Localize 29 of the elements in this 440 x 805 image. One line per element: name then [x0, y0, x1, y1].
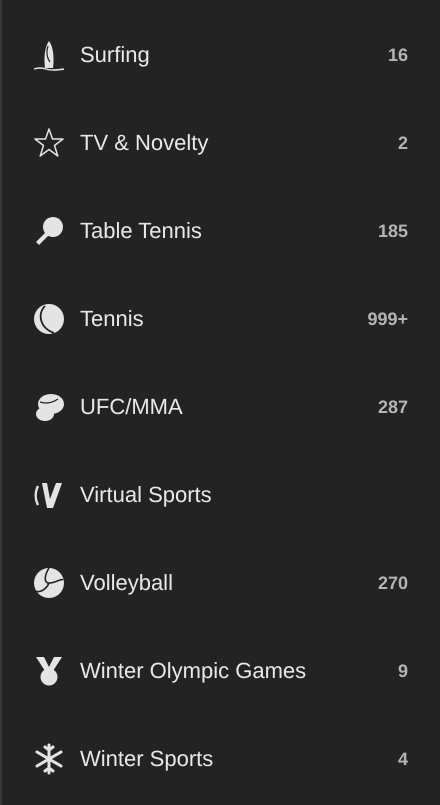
volleyball-icon [32, 566, 66, 600]
sport-item[interactable]: Tennis 999+ [2, 275, 440, 363]
sport-label: Surfing [80, 42, 151, 68]
event-count: 16 [388, 44, 408, 66]
sport-item[interactable]: Surfing 16 [2, 11, 440, 99]
sport-label: Winter Olympic Games [80, 658, 308, 684]
sport-label: Tennis [80, 306, 145, 332]
sport-item[interactable]: UFC/MMA 287 [2, 363, 440, 451]
sport-label: Virtual Sports [80, 482, 213, 508]
sport-label: TV & Novelty [80, 130, 210, 156]
event-count: 287 [378, 396, 408, 418]
sport-label: Volleyball [80, 570, 174, 596]
sport-item[interactable]: Winter Sports 4 [2, 715, 440, 803]
event-count: 9 [398, 660, 408, 682]
event-count: 270 [378, 572, 408, 594]
sport-label: Table Tennis [80, 218, 203, 244]
event-count: 4 [398, 748, 408, 770]
tennis-ball-icon [32, 302, 66, 336]
star-icon [32, 126, 66, 160]
sport-item[interactable]: Table Tennis 185 [2, 187, 440, 275]
sport-item[interactable]: Volleyball 270 [2, 539, 440, 627]
event-count: 999+ [367, 308, 408, 330]
sport-label: UFC/MMA [80, 394, 184, 420]
event-count: 2 [398, 132, 408, 154]
sport-item[interactable]: Virtual Sports [2, 451, 440, 539]
sport-item[interactable]: TV & Novelty 2 [2, 99, 440, 187]
event-count: 185 [378, 220, 408, 242]
sport-label: Winter Sports [80, 746, 214, 772]
sport-item[interactable]: Winter Olympic Games 9 [2, 627, 440, 715]
